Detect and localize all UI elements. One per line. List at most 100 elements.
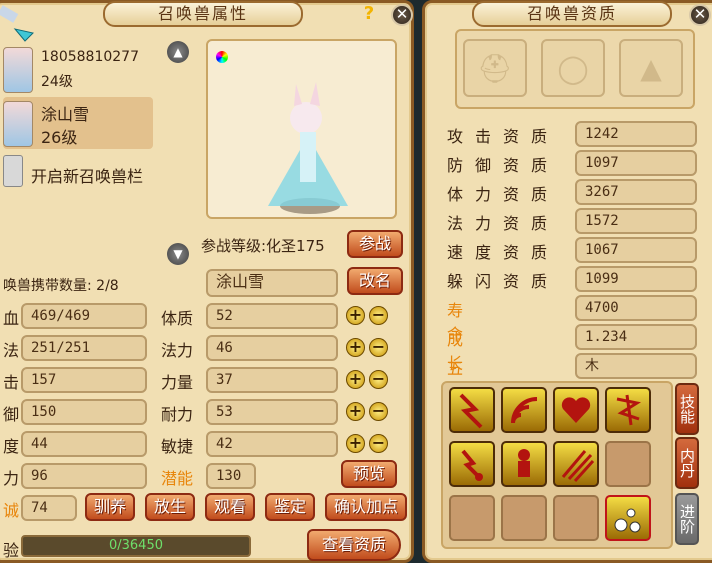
thunder-strike-skill-icon[interactable] — [449, 441, 495, 487]
scroll-down-icon[interactable]: ▼ — [167, 243, 189, 265]
view-aptitude-button[interactable]: 查看资质 — [307, 529, 401, 561]
orbs-skill-icon[interactable] — [605, 495, 651, 541]
heart-skill-icon[interactable] — [553, 387, 599, 433]
carry-count-label: 唤兽携带数量: 2/8 — [3, 278, 119, 294]
tab-advance[interactable]: 进阶 — [675, 493, 699, 545]
stat-label: 击 — [3, 373, 20, 392]
close-icon[interactable]: ✕ — [391, 4, 413, 26]
attr-value: 37 — [206, 367, 338, 393]
skills-grid — [441, 381, 673, 549]
empty-skill-slot[interactable] — [449, 495, 495, 541]
pet-preview — [206, 39, 397, 219]
minus-icon[interactable]: − — [369, 370, 388, 389]
plus-icon[interactable]: + — [346, 338, 365, 357]
equipment-slot-helmet-icon[interactable]: ⛑ — [463, 39, 527, 97]
empty-skill-slot[interactable] — [501, 495, 547, 541]
aptitude-label: 攻击资质 — [447, 127, 560, 146]
aptitude-label: 速度资质 — [447, 243, 560, 262]
stat-value: 251/251 — [21, 335, 147, 361]
equipment-slot-necklace-icon[interactable]: ◯ — [541, 39, 605, 97]
sound-wave-skill-icon[interactable] — [501, 387, 547, 433]
attr-label: 法力 — [161, 341, 194, 360]
exp-label: 验 — [3, 541, 20, 560]
aptitude-label: 体力资质 — [447, 185, 560, 204]
aptitude-value: 1242 — [575, 121, 697, 147]
plus-icon[interactable]: + — [346, 402, 365, 421]
aptitude-value: 1099 — [575, 266, 697, 292]
stat-value: 44 — [21, 431, 147, 457]
confirm-points-button[interactable]: 确认加点 — [325, 493, 407, 521]
tab-skills[interactable]: 技能 — [675, 383, 699, 435]
tab-inner-core[interactable]: 内丹 — [675, 437, 699, 489]
stat-label: 力 — [3, 469, 20, 488]
attr-value: 53 — [206, 399, 338, 425]
stat-value: 96 — [21, 463, 147, 489]
attr-label: 力量 — [161, 373, 194, 392]
gem-icon — [0, 3, 35, 43]
figure-skill-icon[interactable] — [501, 441, 547, 487]
claw-slash-skill-icon[interactable] — [553, 441, 599, 487]
pet-aptitude-panel: 召唤兽资质 ✕ ⛑ ◯ ▲ 攻击资质 1242 防御资质 1097 体力资质 3… — [422, 0, 712, 563]
plus-icon[interactable]: + — [346, 370, 365, 389]
aptitude-label: 法力资质 — [447, 214, 560, 233]
rune-skill-icon[interactable] — [605, 387, 651, 433]
help-icon[interactable]: ? — [360, 3, 378, 24]
pet-avatar — [3, 47, 33, 93]
exp-bar: 0/36450 — [21, 535, 251, 557]
attr-label: 耐力 — [161, 405, 194, 424]
release-button[interactable]: 放生 — [145, 493, 195, 521]
attr-label: 敏捷 — [161, 437, 194, 456]
scroll-up-icon[interactable]: ▲ — [167, 41, 189, 63]
aptitude-label: 防御资质 — [447, 156, 560, 175]
pet-list-item[interactable]: 18058810277 24级 — [3, 43, 153, 95]
tame-button[interactable]: 驯养 — [85, 493, 135, 521]
unlock-slot-label[interactable]: 开启新召唤兽栏 — [31, 163, 143, 187]
minus-icon[interactable]: − — [369, 338, 388, 357]
pet-level: 24级 — [41, 74, 73, 90]
equipment-slot-armor-icon[interactable]: ▲ — [619, 39, 683, 97]
battle-level-label: 参战等级:化圣175 — [201, 237, 325, 255]
pet-name-input[interactable]: 涂山雪 — [206, 269, 338, 297]
pet-level: 26级 — [41, 128, 78, 147]
equipment-area: ⛑ ◯ ▲ — [455, 29, 695, 109]
aptitude-value: 1572 — [575, 208, 697, 234]
minus-icon[interactable]: − — [369, 402, 388, 421]
plus-icon[interactable]: + — [346, 306, 365, 325]
panel-title: 召唤兽资质 — [472, 1, 672, 27]
attr-label: 体质 — [161, 309, 194, 328]
stat-label: 法 — [3, 341, 20, 360]
pet-name: 涂山雪 — [41, 105, 90, 124]
minus-icon[interactable]: − — [369, 306, 388, 325]
stat-label: 度 — [3, 437, 20, 456]
minus-icon[interactable]: − — [369, 434, 388, 453]
empty-skill-slot[interactable] — [605, 441, 651, 487]
pet-list-item-selected[interactable]: 涂山雪 26级 — [3, 97, 153, 149]
aptitude-value: 3267 — [575, 179, 697, 205]
lock-icon — [3, 155, 23, 187]
color-wheel-icon[interactable] — [216, 51, 228, 63]
battle-button[interactable]: 参战 — [347, 230, 403, 258]
view-button[interactable]: 观看 — [205, 493, 255, 521]
element-value: 木 — [575, 353, 697, 379]
potential-label: 潜能 — [161, 469, 194, 488]
stat-value: 74 — [21, 495, 77, 521]
identify-button[interactable]: 鉴定 — [265, 493, 315, 521]
plus-icon[interactable]: + — [346, 434, 365, 453]
panel-title: 召唤兽属性 — [103, 1, 303, 27]
pet-attributes-panel: 召唤兽属性 ? ✕ 18058810277 24级 涂山雪 26级 开启新召唤兽… — [0, 0, 414, 563]
pet-name: 18058810277 — [41, 49, 139, 65]
potential-value: 130 — [206, 463, 256, 489]
pet-avatar — [3, 101, 33, 147]
attr-value: 42 — [206, 431, 338, 457]
attr-value: 46 — [206, 335, 338, 361]
preview-button[interactable]: 预览 — [341, 460, 397, 488]
rename-button[interactable]: 改名 — [347, 267, 403, 295]
close-icon[interactable]: ✕ — [689, 4, 711, 26]
pet-model-image — [268, 82, 348, 214]
aptitude-value: 1067 — [575, 237, 697, 263]
lightning-skill-icon[interactable] — [449, 387, 495, 433]
exp-value: 0/36450 — [108, 538, 163, 553]
stat-label: 诚 — [3, 501, 20, 520]
stat-value: 150 — [21, 399, 147, 425]
empty-skill-slot[interactable] — [553, 495, 599, 541]
